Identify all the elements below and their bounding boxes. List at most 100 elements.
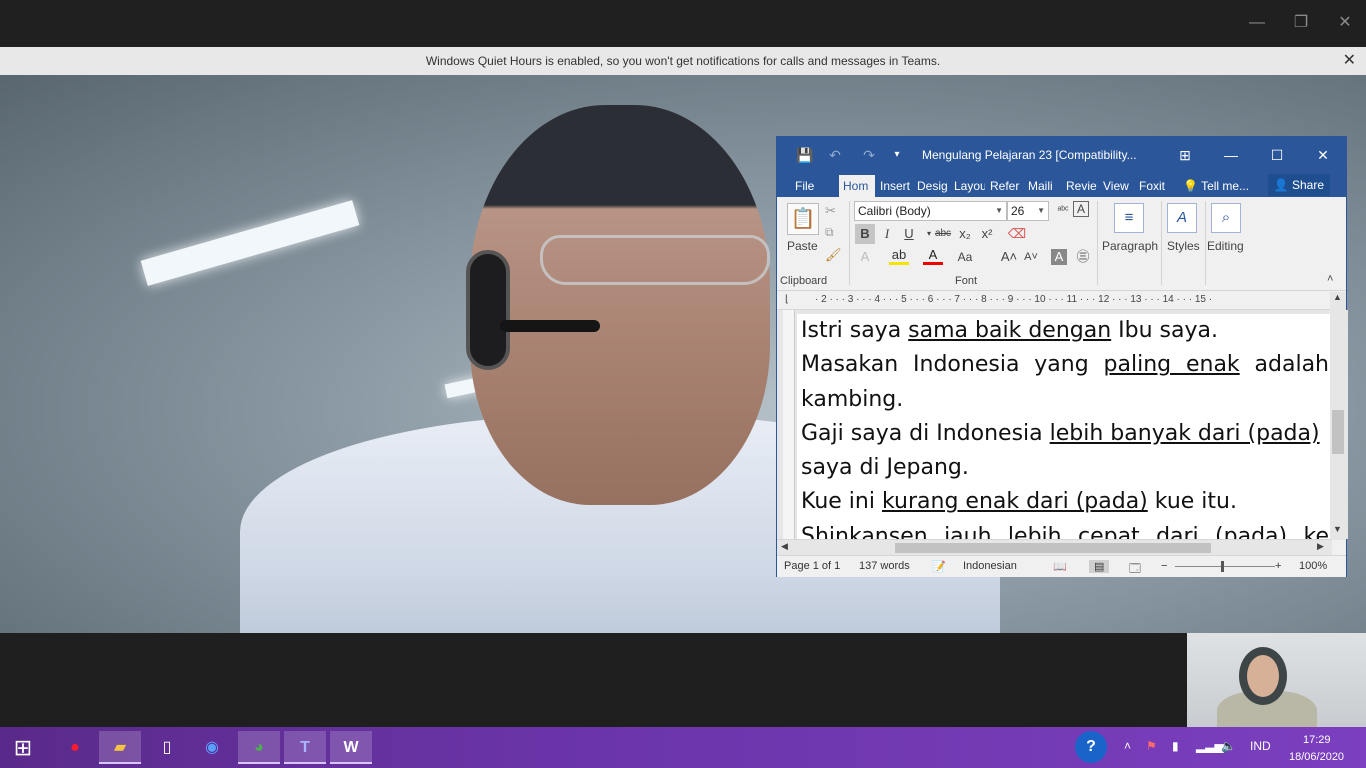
web-layout-icon[interactable]: 🗔 — [1129, 560, 1141, 579]
zoom-slider-thumb[interactable] — [1221, 561, 1224, 572]
font-name-combo[interactable]: Calibri (Body) ▼ — [854, 201, 1007, 221]
tab-foxit[interactable]: Foxit — [1135, 175, 1169, 197]
language[interactable]: Indonesian — [963, 560, 1017, 572]
bold-button[interactable]: B — [855, 224, 875, 244]
tab-selector-icon[interactable]: ⌊ — [785, 294, 789, 305]
tab-view[interactable]: View — [1099, 175, 1133, 197]
zoom-in-icon[interactable]: + — [1275, 560, 1281, 572]
grow-font-icon[interactable]: ᵃᵇᶜ — [1053, 201, 1073, 221]
tab-references[interactable]: Refer — [986, 175, 1022, 197]
character-shading-icon[interactable]: A — [1051, 249, 1067, 265]
italic-button[interactable]: I — [877, 224, 897, 244]
vertical-scroll-thumb[interactable] — [1332, 410, 1344, 454]
clock-date[interactable]: 18/06/2020 — [1289, 751, 1344, 763]
print-layout-icon[interactable]: ▤ — [1089, 560, 1110, 573]
tab-insert[interactable]: Insert — [876, 175, 912, 197]
help-icon[interactable]: ? — [1075, 731, 1107, 763]
volume-icon[interactable]: 🔈 — [1221, 739, 1236, 753]
close-icon[interactable]: ✕ — [1334, 12, 1356, 34]
self-video-thumbnail[interactable] — [1187, 633, 1366, 727]
minimize-icon[interactable]: — — [1246, 12, 1268, 34]
flag-icon[interactable]: ⚑ — [1146, 739, 1157, 753]
clear-format-icon[interactable]: A — [1073, 201, 1089, 217]
cut-icon[interactable]: ✂ — [825, 203, 836, 219]
tab-review[interactable]: Revie — [1062, 175, 1098, 197]
styles-icon[interactable]: A — [1167, 203, 1197, 233]
call-controls-area — [0, 633, 1366, 727]
horizontal-scroll-thumb[interactable] — [895, 543, 1211, 553]
zoom-level[interactable]: 100% — [1299, 560, 1327, 572]
paste-button[interactable]: Paste — [787, 239, 818, 253]
tab-file[interactable]: File — [791, 175, 818, 197]
ribbon-display-icon[interactable]: ⊞ — [1175, 145, 1195, 165]
subscript-button[interactable]: x₂ — [955, 224, 975, 244]
format-painter-icon[interactable]: 🖌 — [825, 247, 842, 263]
input-language[interactable]: IND — [1250, 739, 1271, 753]
share-button[interactable]: 👤 Share — [1267, 174, 1330, 196]
redo-icon[interactable]: ↷ — [859, 145, 879, 165]
save-icon[interactable]: 💾 — [795, 145, 815, 165]
customize-qat-icon[interactable]: ▾ — [887, 145, 907, 165]
scroll-right-icon[interactable]: ▶ — [1317, 541, 1324, 552]
scroll-up-icon[interactable]: ▲ — [1333, 292, 1342, 302]
doc-line: saya di Jepang. — [801, 455, 969, 481]
document-area[interactable]: Istri saya sama baik dengan Ibu saya. Ma… — [777, 310, 1348, 539]
clock-time[interactable]: 17:29 — [1303, 734, 1331, 746]
restore-icon[interactable]: ❐ — [1290, 12, 1312, 34]
notepad-icon[interactable]: ▯ — [146, 731, 188, 764]
tab-mailings[interactable]: Maili — [1024, 175, 1060, 197]
word-icon[interactable]: W — [330, 731, 372, 764]
highlight-icon[interactable]: ab — [889, 247, 909, 265]
maximize-icon[interactable]: ☐ — [1267, 145, 1287, 165]
file-explorer-icon[interactable]: ▰ — [99, 731, 141, 764]
wifi-icon[interactable]: ▂▃▅ — [1196, 739, 1224, 753]
superscript-button[interactable]: x² — [977, 224, 997, 244]
grow-font-size-icon[interactable]: A˄ — [999, 247, 1019, 267]
undo-icon[interactable]: ↶ — [825, 145, 845, 165]
scroll-left-icon[interactable]: ◀ — [781, 541, 788, 552]
page-count[interactable]: Page 1 of 1 — [784, 560, 840, 572]
clipboard-icon[interactable]: 📋 — [787, 203, 819, 235]
search-icon[interactable]: ⌕ — [1211, 203, 1241, 233]
windows-start-icon[interactable]: ⊞ — [2, 731, 44, 764]
scroll-down-icon[interactable]: ▼ — [1333, 524, 1342, 534]
proofing-icon[interactable]: 📝 — [932, 560, 946, 573]
collapse-ribbon-icon[interactable]: ˄ — [1327, 273, 1333, 285]
strikethrough-button[interactable]: abc — [933, 224, 953, 244]
underline-button[interactable]: U — [899, 224, 919, 244]
eraser-icon[interactable]: ⌫ — [1007, 224, 1027, 244]
tab-design[interactable]: Desig — [913, 175, 949, 197]
vertical-scrollbar[interactable]: ▲ ▼ — [1330, 292, 1346, 540]
teams-icon[interactable]: T — [284, 731, 326, 764]
paragraph-icon[interactable]: ≡ — [1114, 203, 1144, 233]
font-size-combo[interactable]: 26 ▼ — [1007, 201, 1049, 221]
document-page[interactable]: Istri saya sama baik dengan Ibu saya. Ma… — [797, 314, 1330, 539]
doc-line: Masakan Indonesia yang paling enak adala… — [801, 348, 1329, 382]
zoom-slider[interactable] — [1175, 566, 1275, 567]
change-case-icon[interactable]: Aa — [955, 247, 975, 267]
font-color-icon[interactable]: A — [923, 247, 943, 265]
tell-me-box[interactable]: 💡 Tell me... — [1179, 175, 1253, 197]
opera-icon[interactable]: ● — [54, 731, 96, 764]
banner-close-icon[interactable]: ✕ — [1343, 47, 1356, 75]
zoom-out-icon[interactable]: − — [1161, 560, 1167, 572]
chrome-icon[interactable]: ◕ — [238, 731, 280, 764]
tab-layout[interactable]: Layou — [950, 175, 985, 197]
shrink-font-size-icon[interactable]: A˅ — [1021, 247, 1041, 267]
text-effects-icon[interactable]: A — [855, 247, 875, 267]
paragraph-button[interactable]: Paragraph — [1102, 239, 1158, 253]
minimize-icon[interactable]: — — [1221, 145, 1241, 165]
browser-icon[interactable]: ◉ — [191, 731, 233, 764]
show-hidden-icons-icon[interactable]: ˄ — [1124, 739, 1131, 753]
battery-icon[interactable]: ▮ — [1172, 739, 1179, 753]
word-count[interactable]: 137 words — [859, 560, 910, 572]
horizontal-scrollbar[interactable]: ◀ ▶ — [777, 539, 1332, 555]
styles-button[interactable]: Styles — [1167, 239, 1200, 253]
tab-home[interactable]: Hom — [839, 175, 875, 197]
close-icon[interactable]: ✕ — [1313, 145, 1333, 165]
enclose-characters-icon[interactable]: ㊂ — [1073, 247, 1093, 267]
document-text[interactable]: Istri saya sama baik dengan Ibu saya. Ma… — [801, 314, 1329, 539]
copy-icon[interactable]: ⧉ — [825, 225, 834, 240]
read-mode-icon[interactable]: 📖 — [1053, 560, 1067, 573]
editing-button[interactable]: Editing — [1207, 239, 1244, 253]
